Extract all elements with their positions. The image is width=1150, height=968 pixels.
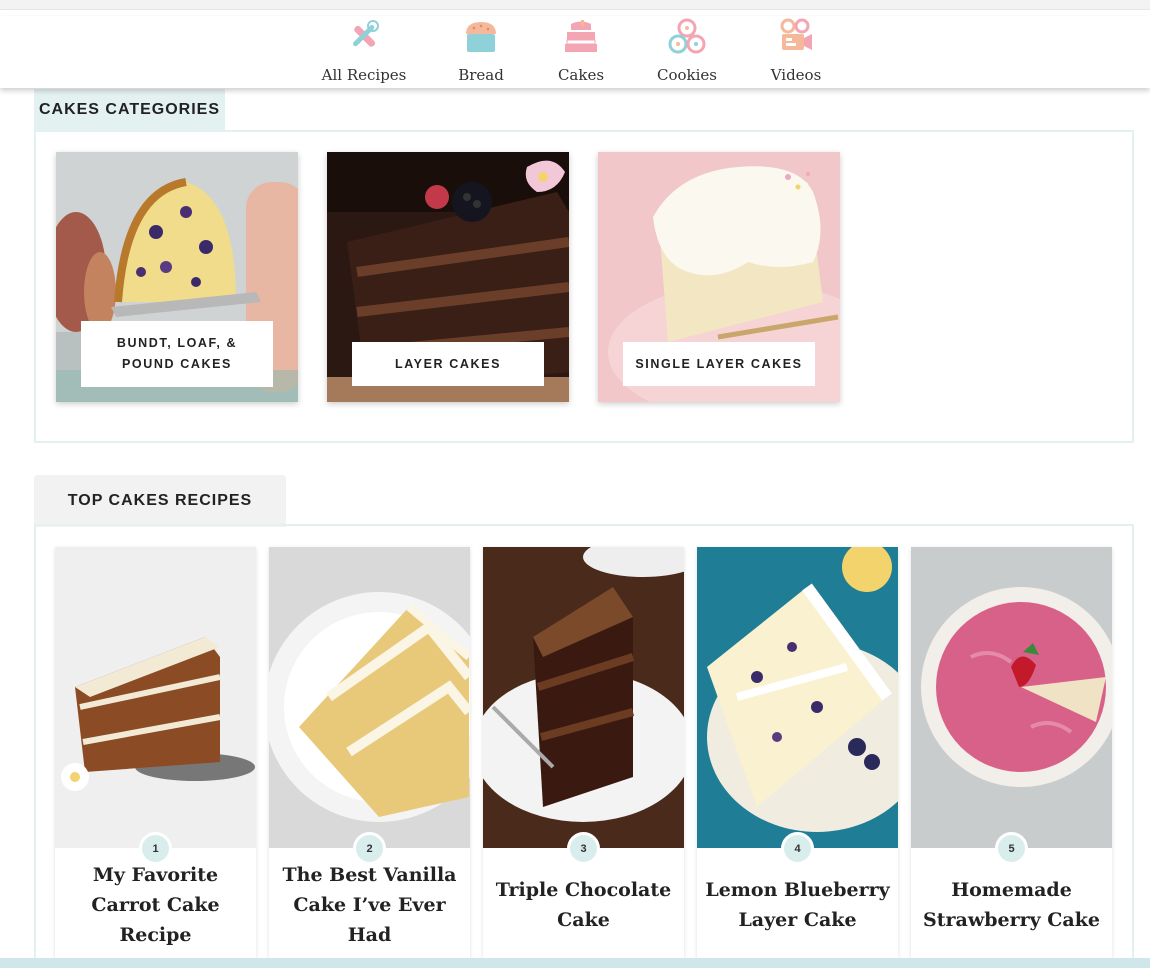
- recipe-card-carrot-cake[interactable]: 1 My Favorite Carrot Cake Recipe: [55, 547, 256, 968]
- nav-label: Videos: [770, 66, 822, 84]
- rank-badge: 5: [995, 832, 1028, 865]
- recipe-title: The Best Vanilla Cake I’ve Ever Had: [282, 864, 457, 946]
- nav-item-all-recipes[interactable]: All Recipes: [320, 18, 408, 84]
- recipe-title: My Favorite Carrot Cake Recipe: [91, 864, 220, 946]
- cake-icon: [561, 18, 601, 54]
- triple-chocolate-cake-photo: [483, 547, 684, 848]
- carrot-cake-photo: [55, 547, 256, 848]
- vanilla-cake-photo: [269, 547, 470, 848]
- nav-item-videos[interactable]: Videos: [768, 18, 824, 84]
- cakes-categories-heading: CAKES CATEGORIES: [34, 89, 225, 131]
- category-card-layer[interactable]: LAYER CAKES: [327, 152, 569, 402]
- nav-item-bread[interactable]: Bread: [452, 18, 510, 84]
- category-nav: All Recipes Bread Cakes Cookies Videos: [0, 16, 1150, 88]
- nav-label: Bread: [458, 66, 504, 84]
- nav-label: All Recipes: [321, 66, 407, 84]
- recipe-title: Homemade Strawberry Cake: [923, 879, 1100, 931]
- nav-label: Cakes: [557, 66, 605, 84]
- nav-label: Cookies: [657, 66, 717, 84]
- top-cakes-recipes-heading: TOP CAKES RECIPES: [34, 475, 286, 527]
- strawberry-cake-photo: [911, 547, 1112, 848]
- category-card-single-layer[interactable]: SINGLE LAYER CAKES: [598, 152, 840, 402]
- recipe-card-triple-chocolate[interactable]: 3 Triple Chocolate Cake: [483, 547, 684, 968]
- recipe-card-strawberry-cake[interactable]: 5 Homemade Strawberry Cake: [911, 547, 1112, 968]
- bottom-bar: [0, 958, 1150, 968]
- recipe-card-vanilla-cake[interactable]: 2 The Best Vanilla Cake I’ve Ever Had: [269, 547, 470, 968]
- recipe-title: Triple Chocolate Cake: [495, 879, 672, 931]
- lemon-blueberry-cake-photo: [697, 547, 898, 848]
- recipe-title: Lemon Blueberry Layer Cake: [705, 879, 890, 931]
- browser-top-strip: [0, 0, 1150, 10]
- nav-item-cakes[interactable]: Cakes: [555, 18, 607, 84]
- category-card-bundt[interactable]: BUNDT, LOAF, & POUND CAKES: [56, 152, 298, 402]
- category-label: LAYER CAKES: [352, 342, 544, 386]
- recipe-card-lemon-blueberry[interactable]: 4 Lemon Blueberry Layer Cake: [697, 547, 898, 968]
- video-camera-icon: [776, 18, 816, 54]
- cookies-icon: [667, 18, 707, 54]
- rank-badge: 3: [567, 832, 600, 865]
- bread-loaf-icon: [461, 18, 501, 54]
- whisk-rolling-pin-icon: [344, 18, 384, 54]
- rank-badge: 4: [781, 832, 814, 865]
- nav-item-cookies[interactable]: Cookies: [655, 18, 719, 84]
- category-label: BUNDT, LOAF, & POUND CAKES: [81, 321, 273, 387]
- category-label: SINGLE LAYER CAKES: [623, 342, 815, 386]
